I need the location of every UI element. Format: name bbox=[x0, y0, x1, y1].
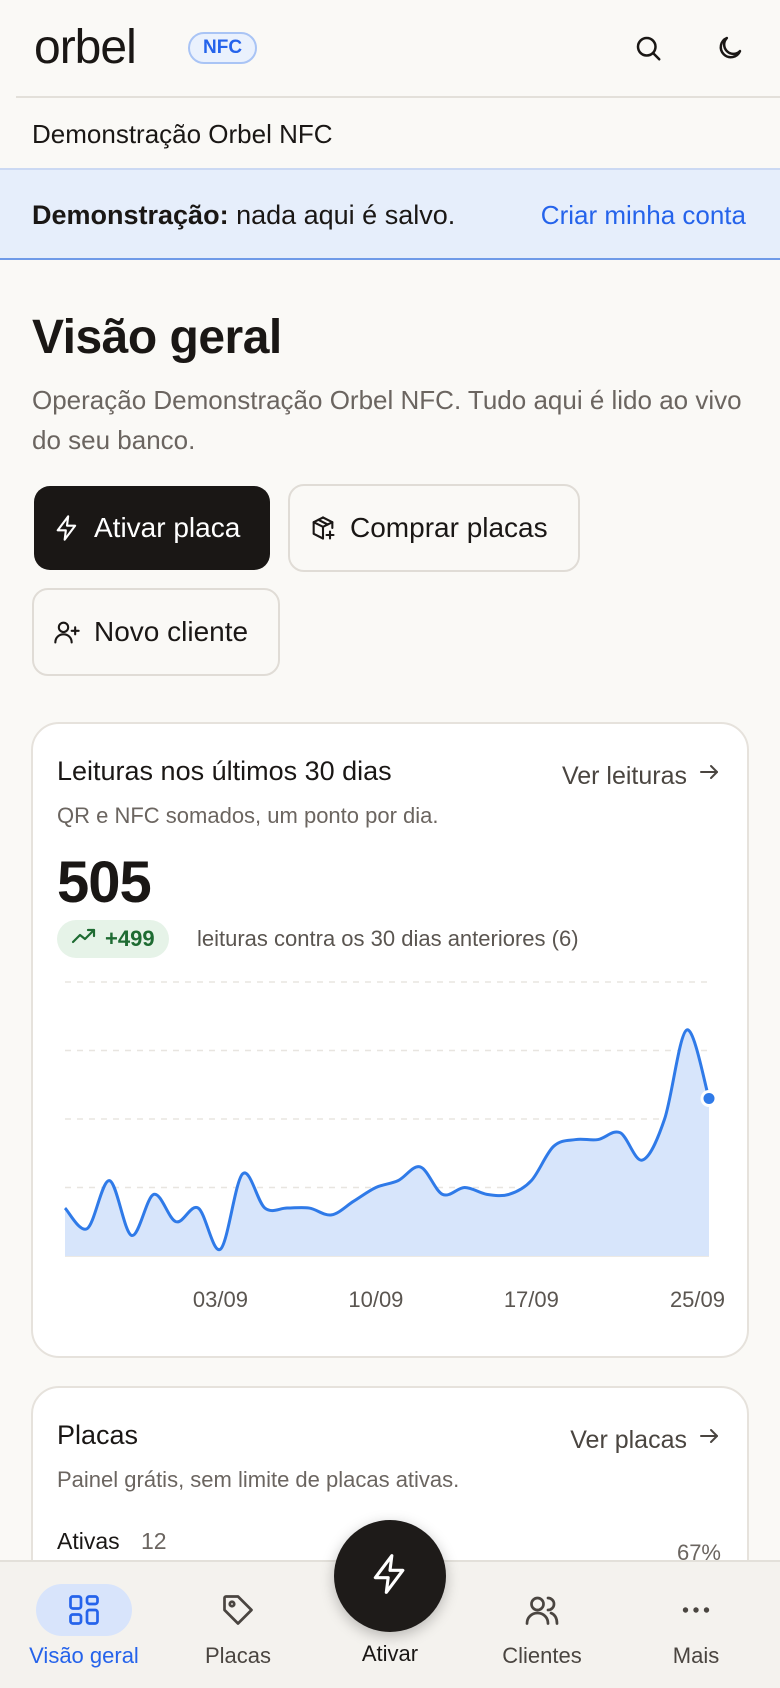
demo-banner: Demonstração: nada aqui é salvo. Criar m… bbox=[0, 168, 780, 260]
users-icon bbox=[494, 1584, 590, 1636]
new-client-button[interactable]: Novo cliente bbox=[32, 588, 280, 676]
plates-card-subtitle: Painel grátis, sem limite de placas ativ… bbox=[57, 1467, 460, 1492]
demo-banner-message: nada aqui é salvo. bbox=[228, 200, 456, 230]
chart-x-tick-label: 03/09 bbox=[193, 1287, 248, 1312]
orbel-logo[interactable]: orbel bbox=[34, 22, 137, 74]
chart-point bbox=[684, 1027, 690, 1033]
chart-point bbox=[240, 1171, 246, 1177]
plates-card-title: Placas bbox=[57, 1420, 139, 1450]
arrow-right-icon bbox=[697, 760, 721, 792]
active-plates-label: Ativas bbox=[57, 1528, 120, 1554]
package-plus-icon bbox=[308, 513, 338, 543]
activate-plate-label: Ativar placa bbox=[94, 512, 241, 543]
demo-banner-bold: Demonstração: bbox=[32, 200, 229, 230]
chart-x-tick-label: 17/09 bbox=[504, 1287, 559, 1312]
chart-point bbox=[284, 1205, 290, 1211]
chart-point bbox=[417, 1164, 423, 1170]
chart-point bbox=[440, 1191, 446, 1197]
chart-last-point[interactable] bbox=[700, 1089, 718, 1107]
nfc-badge: NFC bbox=[188, 32, 258, 64]
chart-point bbox=[62, 1205, 68, 1211]
page-subtitle: Operação Demonstração Orbel NFC. Tudo aq… bbox=[32, 385, 742, 455]
chart-point bbox=[106, 1178, 112, 1184]
chart-x-tick-label: 25/09 bbox=[670, 1287, 725, 1312]
create-account-link[interactable]: Criar minha conta bbox=[541, 198, 746, 232]
nav-item-clients[interactable]: Clientes bbox=[472, 1562, 612, 1688]
zap-icon bbox=[52, 513, 82, 543]
tag-icon bbox=[190, 1584, 286, 1636]
readings-chart: 03/09 10/09 17/09 25/09 bbox=[62, 981, 725, 1312]
chart-area-fill bbox=[65, 1029, 709, 1256]
view-readings-label: Ver leituras bbox=[561, 762, 687, 790]
chart-point bbox=[328, 1212, 334, 1218]
nav-label-plates: Placas bbox=[204, 1643, 272, 1668]
chart-point bbox=[306, 1205, 312, 1211]
chart-point bbox=[639, 1157, 645, 1163]
nav-item-overview[interactable]: Visão geral bbox=[14, 1562, 154, 1688]
nav-label-clients: Clientes bbox=[502, 1643, 582, 1668]
view-plates-link[interactable]: Ver placas bbox=[570, 1424, 721, 1456]
activate-plate-button[interactable]: Ativar placa bbox=[34, 486, 270, 570]
more-icon bbox=[648, 1584, 744, 1636]
chart-point bbox=[84, 1226, 90, 1232]
chart-point bbox=[373, 1185, 379, 1191]
readings-delta-badge: +499 bbox=[57, 920, 169, 958]
chart-point bbox=[151, 1191, 157, 1197]
nav-label-activate[interactable]: Ativar bbox=[320, 1640, 460, 1668]
nav-item-more[interactable]: Mais bbox=[626, 1562, 766, 1688]
nav-item-plates[interactable]: Placas bbox=[168, 1562, 308, 1688]
readings-total: 505 bbox=[57, 850, 152, 915]
chart-point bbox=[595, 1137, 601, 1143]
active-plates-value: 12 bbox=[141, 1528, 167, 1554]
chart-x-tick-label: 10/09 bbox=[348, 1287, 403, 1312]
chart-point bbox=[395, 1178, 401, 1184]
chart-point bbox=[173, 1219, 179, 1225]
chart-point bbox=[484, 1191, 490, 1197]
buy-plates-label: Comprar placas bbox=[350, 512, 548, 543]
nav-label-overview: Visão geral bbox=[29, 1643, 139, 1668]
user-plus-icon bbox=[52, 617, 82, 647]
search-icon[interactable] bbox=[630, 30, 666, 66]
zap-icon bbox=[368, 1552, 412, 1601]
chart-point bbox=[217, 1246, 223, 1252]
organization-name[interactable]: Demonstração Orbel NFC bbox=[32, 118, 333, 150]
trending-up-icon bbox=[71, 925, 97, 953]
chart-point bbox=[262, 1205, 268, 1211]
readings-card-subtitle: QR e NFC somados, um ponto por dia. bbox=[57, 803, 439, 828]
nav-label-more: Mais bbox=[672, 1643, 720, 1668]
chart-point bbox=[195, 1205, 201, 1211]
grid-icon bbox=[36, 1584, 132, 1636]
activate-fab-button[interactable] bbox=[334, 1520, 446, 1632]
chart-point bbox=[551, 1143, 557, 1149]
chart-point bbox=[662, 1116, 668, 1122]
arrow-right-icon bbox=[697, 1424, 721, 1456]
readings-delta-note: leituras contra os 30 dias anteriores (6… bbox=[197, 926, 579, 951]
chart-point bbox=[351, 1198, 357, 1204]
demo-banner-text: Demonstração: nada aqui é salvo. bbox=[32, 198, 455, 232]
chart-point bbox=[129, 1232, 135, 1238]
readings-delta-value: +499 bbox=[105, 926, 155, 951]
view-plates-label: Ver placas bbox=[570, 1426, 687, 1454]
readings-card: Leituras nos últimos 30 dias QR e NFC so… bbox=[31, 722, 749, 1358]
buy-plates-button[interactable]: Comprar placas bbox=[288, 484, 580, 572]
page-title: Visão geral bbox=[32, 311, 282, 364]
chart-point bbox=[617, 1130, 623, 1136]
view-readings-link[interactable]: Ver leituras bbox=[562, 760, 721, 792]
header-divider bbox=[16, 96, 780, 98]
chart-point bbox=[462, 1185, 468, 1191]
moon-icon[interactable] bbox=[712, 30, 748, 66]
chart-point bbox=[528, 1178, 534, 1184]
chart-point bbox=[506, 1191, 512, 1197]
readings-card-title: Leituras nos últimos 30 dias bbox=[57, 756, 392, 786]
chart-point bbox=[573, 1137, 579, 1143]
new-client-label: Novo cliente bbox=[94, 616, 249, 647]
app-header: orbel NFC bbox=[0, 0, 780, 96]
